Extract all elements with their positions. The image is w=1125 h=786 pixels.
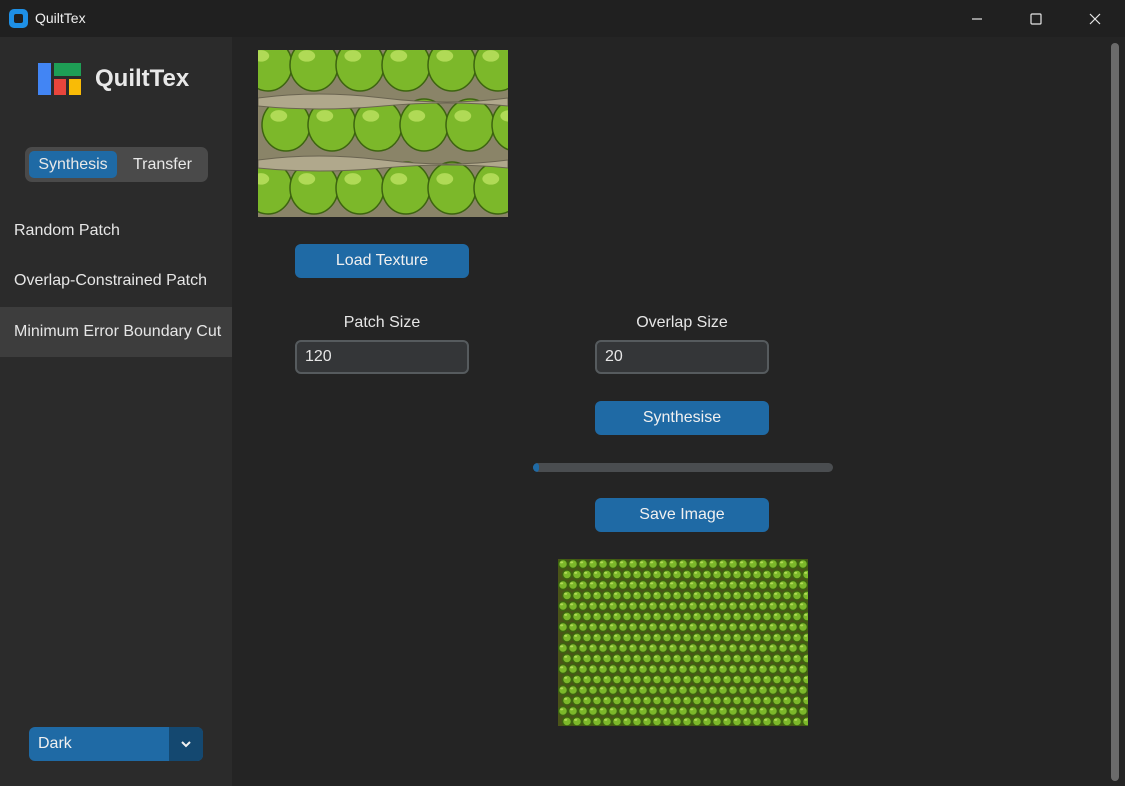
vertical-scrollbar[interactable] [1111, 43, 1119, 781]
overlap-size-label: Overlap Size [636, 314, 728, 331]
brand-title: QuiltTex [95, 65, 190, 92]
window-title: QuiltTex [35, 10, 86, 26]
title-bar: QuiltTex [0, 0, 1125, 37]
minimize-icon [972, 17, 982, 20]
mode-toggle: Synthesis Transfer [25, 147, 208, 182]
mode-transfer-button[interactable]: Transfer [121, 151, 204, 178]
progress-bar [533, 463, 833, 472]
mode-synthesis-button[interactable]: Synthesis [29, 151, 117, 178]
theme-value: Dark [38, 735, 72, 752]
patch-size-input[interactable] [295, 340, 469, 374]
patch-size-label: Patch Size [343, 314, 421, 331]
sidebar-item-minimum-error-boundary-cut[interactable]: Minimum Error Boundary Cut [0, 307, 232, 357]
app-icon [9, 9, 28, 28]
load-texture-button[interactable]: Load Texture [295, 244, 469, 278]
theme-dropdown[interactable]: Dark [29, 727, 203, 761]
overlap-size-input[interactable] [595, 340, 769, 374]
progress-bar-fill [533, 463, 539, 472]
synthesise-button[interactable]: Synthesise [595, 401, 769, 435]
save-image-button[interactable]: Save Image [595, 498, 769, 532]
sidebar-item-overlap-constrained-patch[interactable]: Overlap-Constrained Patch [0, 256, 232, 306]
maximize-icon [1030, 12, 1042, 25]
synthesised-texture-image [558, 559, 808, 726]
theme-dropdown-arrow[interactable] [169, 727, 203, 761]
maximize-button[interactable] [1007, 0, 1065, 37]
logo-icon [38, 63, 82, 96]
close-icon [1089, 13, 1101, 24]
minimize-button[interactable] [948, 0, 1006, 37]
sidebar: QuiltTex Synthesis Transfer Random Patch… [0, 37, 232, 786]
sidebar-item-random-patch[interactable]: Random Patch [0, 206, 232, 256]
main-panel: Load Texture Patch Size Overlap Size Syn… [232, 37, 1125, 786]
source-texture-image [258, 50, 508, 217]
close-button[interactable] [1066, 0, 1124, 37]
chevron-down-icon [181, 741, 191, 748]
